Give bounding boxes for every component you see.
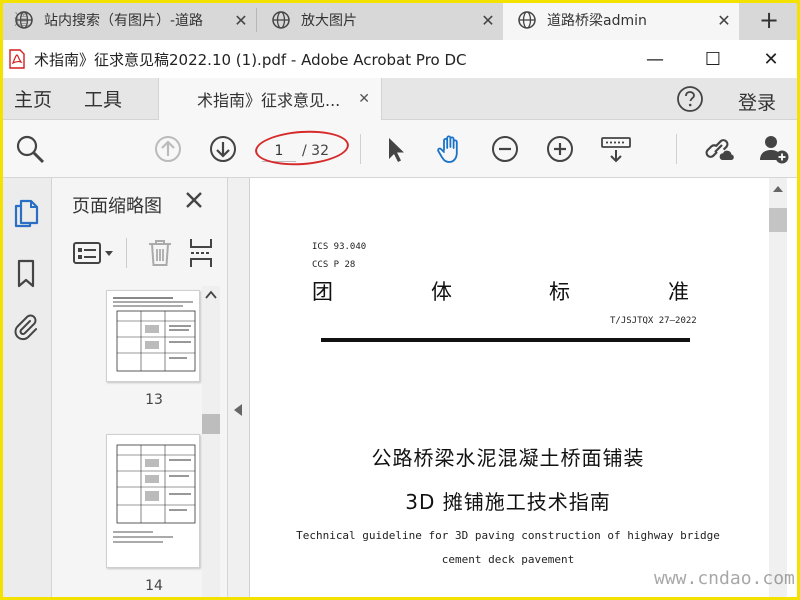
document-title-en-cont: cement deck pavement bbox=[441, 553, 575, 566]
select-cursor-icon[interactable] bbox=[380, 133, 412, 165]
zoom-in-icon[interactable] bbox=[544, 133, 576, 165]
page-thumbnails-icon[interactable] bbox=[12, 198, 40, 228]
document-tab[interactable]: 术指南》征求意见... ✕ bbox=[158, 78, 382, 120]
document-tab-label: 术指南》征求意见... bbox=[197, 91, 341, 110]
globe-icon bbox=[518, 11, 536, 29]
collapse-arrow-icon[interactable] bbox=[234, 404, 242, 416]
site-watermark: www.cndao.com bbox=[654, 568, 795, 589]
browser-tab-bar: 站内搜索（有图片）-道路 ✕ 放大图片 ✕ 道路桥梁admin ✕ + bbox=[0, 0, 800, 40]
page-thumbnail-13[interactable] bbox=[106, 290, 200, 382]
ics-code: ICS 93.040 bbox=[312, 242, 367, 252]
browser-tab-enlarge[interactable]: 放大图片 ✕ bbox=[257, 0, 503, 40]
zoom-out-icon[interactable] bbox=[489, 133, 521, 165]
menu-tools[interactable]: 工具 bbox=[70, 85, 136, 112]
insert-page-icon[interactable] bbox=[188, 237, 214, 269]
standard-label-char: 团 bbox=[312, 280, 333, 304]
page-thumbnails-panel: 页面缩略图 13 14 bbox=[52, 178, 228, 600]
document-page: ICS 93.040 CCS P 28 团 体 标 准 T/JSJTQX 27—… bbox=[250, 178, 766, 600]
thumbnail-image bbox=[113, 444, 196, 543]
document-subtitle-cn: 3D 摊铺施工技术指南 bbox=[405, 490, 611, 514]
close-window-button[interactable]: ✕ bbox=[742, 49, 800, 70]
main-toolbar: 1 / 32 bbox=[0, 120, 800, 178]
browser-tab-title: 道路桥梁admin bbox=[547, 13, 647, 29]
minimize-button[interactable]: — bbox=[626, 49, 684, 70]
add-user-icon[interactable] bbox=[758, 133, 790, 165]
close-icon[interactable]: ✕ bbox=[709, 11, 739, 30]
standard-label-char: 标 bbox=[549, 280, 570, 304]
corner-watermark: 道 bbox=[14, 10, 31, 29]
standard-label-char: 体 bbox=[431, 280, 452, 304]
document-title-en: Technical guideline for 3D paving constr… bbox=[296, 529, 720, 542]
pdf-file-icon bbox=[9, 49, 25, 69]
acrobat-menu-bar: 主页 工具 术指南》征求意见... ✕ 登录 bbox=[0, 78, 800, 120]
keyboard-download-icon[interactable] bbox=[600, 133, 632, 165]
scrollbar-track[interactable] bbox=[769, 178, 787, 600]
sign-in-link[interactable]: 登录 bbox=[738, 88, 776, 115]
trash-icon[interactable] bbox=[146, 238, 174, 268]
close-icon[interactable] bbox=[182, 188, 206, 212]
scrollbar-thumb[interactable] bbox=[769, 208, 787, 232]
chevron-up-icon[interactable] bbox=[773, 186, 783, 192]
thumbnails-scrollbar[interactable] bbox=[202, 286, 220, 600]
toolbar-divider bbox=[360, 134, 361, 164]
help-icon[interactable] bbox=[676, 85, 704, 113]
browser-tab-search[interactable]: 站内搜索（有图片）-道路 ✕ bbox=[0, 0, 256, 40]
panel-collapse-divider[interactable] bbox=[228, 178, 250, 600]
standard-code: T/JSJTQX 27—2022 bbox=[610, 316, 697, 326]
hand-tool-icon[interactable] bbox=[434, 133, 466, 165]
panel-title: 页面缩略图 bbox=[72, 196, 162, 217]
standard-label-char: 准 bbox=[668, 280, 689, 304]
panel-divider bbox=[126, 238, 127, 268]
previous-page-icon[interactable] bbox=[152, 133, 184, 165]
new-tab-button[interactable]: + bbox=[739, 0, 799, 40]
toolbar-divider bbox=[676, 134, 677, 164]
window-title-bar: 术指南》征求意见稿2022.10 (1).pdf - Adobe Acrobat… bbox=[0, 40, 800, 78]
close-icon[interactable]: ✕ bbox=[473, 11, 503, 30]
scrollbar-thumb[interactable] bbox=[202, 414, 220, 434]
document-title-cn: 公路桥梁水泥混凝土桥面铺装 bbox=[371, 446, 645, 470]
thumbnail-options-icon[interactable] bbox=[72, 240, 116, 266]
browser-tab-title: 放大图片 bbox=[301, 13, 357, 29]
next-page-icon[interactable] bbox=[207, 133, 239, 165]
search-icon[interactable] bbox=[14, 133, 46, 165]
document-scrollbar[interactable] bbox=[766, 178, 800, 600]
page-thumbnail-14[interactable] bbox=[106, 434, 200, 568]
ccs-code: CCS P 28 bbox=[312, 260, 356, 270]
browser-tab-title: 站内搜索（有图片）-道路 bbox=[44, 13, 204, 29]
left-navigation-pane bbox=[0, 178, 52, 600]
chevron-up-icon[interactable] bbox=[205, 290, 217, 300]
link-cloud-icon[interactable] bbox=[704, 133, 736, 165]
browser-tab-admin[interactable]: 道路桥梁admin ✕ bbox=[503, 0, 739, 40]
menu-home[interactable]: 主页 bbox=[0, 85, 66, 112]
attachment-icon[interactable] bbox=[12, 312, 40, 342]
thumbnail-page-number: 14 bbox=[145, 578, 163, 594]
maximize-button[interactable]: ☐ bbox=[684, 49, 742, 70]
thumbnail-image bbox=[113, 297, 196, 372]
window-title: 术指南》征求意见稿2022.10 (1).pdf - Adobe Acrobat… bbox=[34, 50, 467, 69]
header-rule bbox=[321, 338, 690, 342]
bookmark-icon[interactable] bbox=[12, 258, 40, 288]
close-icon[interactable]: ✕ bbox=[358, 91, 370, 107]
close-icon[interactable]: ✕ bbox=[226, 11, 256, 30]
globe-icon bbox=[272, 11, 290, 29]
thumbnail-page-number: 13 bbox=[145, 392, 163, 408]
